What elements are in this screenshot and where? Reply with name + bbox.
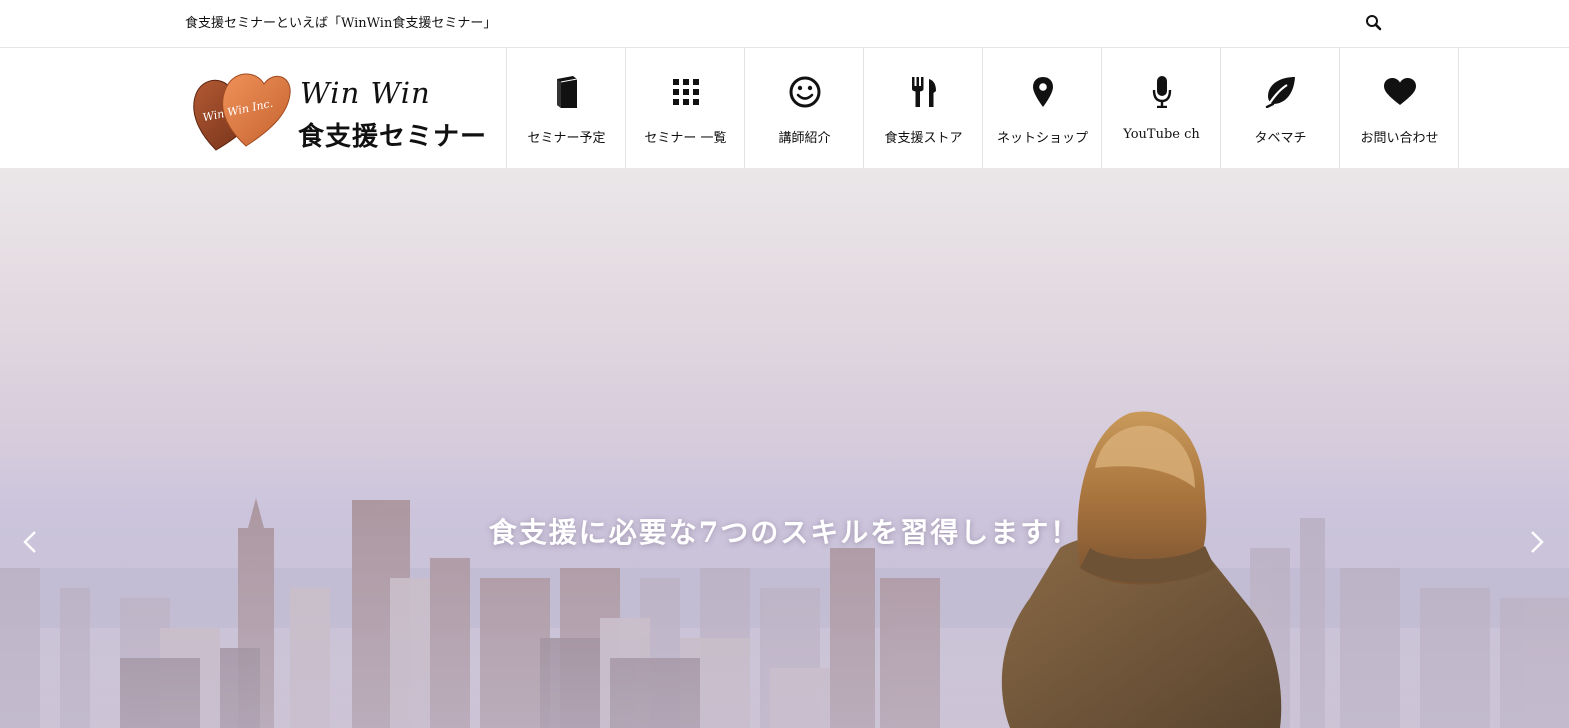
nav-item-youtube[interactable]: YouTube ch (1102, 48, 1221, 168)
chevron-right-icon (1531, 531, 1544, 553)
main-nav: セミナー予定 セミナー 一覧 講師紹介 食支援ストア ネットショップ YouTu… (506, 48, 1459, 168)
hearts-logo-icon: Win Win Inc. (193, 73, 291, 151)
search-icon (1366, 15, 1382, 31)
nav-item-instructors[interactable]: 講師紹介 (745, 48, 864, 168)
nav-item-seminar-schedule[interactable]: セミナー予定 (507, 48, 626, 168)
top-bar: 食支援セミナーといえば「WinWin食支援セミナー」 (0, 0, 1569, 48)
slider-next-button[interactable] (1525, 528, 1549, 556)
smiley-icon (789, 76, 820, 108)
nav-label: セミナー 一覧 (644, 131, 727, 146)
nav-item-contact[interactable]: お問い合わせ (1340, 48, 1459, 168)
nav-item-seminar-list[interactable]: セミナー 一覧 (626, 48, 745, 168)
leaf-icon (1265, 77, 1295, 108)
hero-slider[interactable]: 食支援に必要な7つのスキルを習得します！ (0, 168, 1569, 728)
site-logo[interactable]: Win Win Inc. Win Win 食支援セミナー (188, 58, 504, 158)
microphone-icon (1152, 76, 1171, 108)
hero-caption: 食支援に必要な7つのスキルを習得します！ (488, 516, 1081, 549)
map-pin-icon (1032, 77, 1053, 107)
search-button[interactable] (1364, 13, 1384, 33)
heart-icon (1383, 78, 1416, 105)
book-icon (556, 76, 577, 108)
chevron-left-icon (23, 531, 36, 553)
fork-knife-icon (911, 77, 936, 107)
nav-item-tabemachi[interactable]: タベマチ (1221, 48, 1340, 168)
nav-label: YouTube ch (1123, 127, 1200, 142)
nav-item-food-store[interactable]: 食支援ストア (864, 48, 983, 168)
slider-prev-button[interactable] (18, 528, 42, 556)
hero-city-image (0, 411, 1569, 728)
nav-label: 食支援ストア (884, 131, 963, 146)
nav-item-net-shop[interactable]: ネットショップ (983, 48, 1102, 168)
logo-title-en: Win Win (300, 76, 431, 110)
nav-label: 講師紹介 (778, 131, 831, 146)
nav-label: お問い合わせ (1360, 131, 1439, 146)
nav-label: タベマチ (1254, 131, 1307, 146)
site-header: Win Win Inc. Win Win 食支援セミナー セミナー予定 セミナー… (0, 48, 1569, 168)
nav-label: セミナー予定 (527, 131, 606, 146)
logo-title-ja: 食支援セミナー (298, 122, 488, 152)
site-tagline: 食支援セミナーといえば「WinWin食支援セミナー」 (185, 16, 497, 31)
grid-icon (672, 79, 699, 105)
nav-label: ネットショップ (996, 131, 1088, 146)
